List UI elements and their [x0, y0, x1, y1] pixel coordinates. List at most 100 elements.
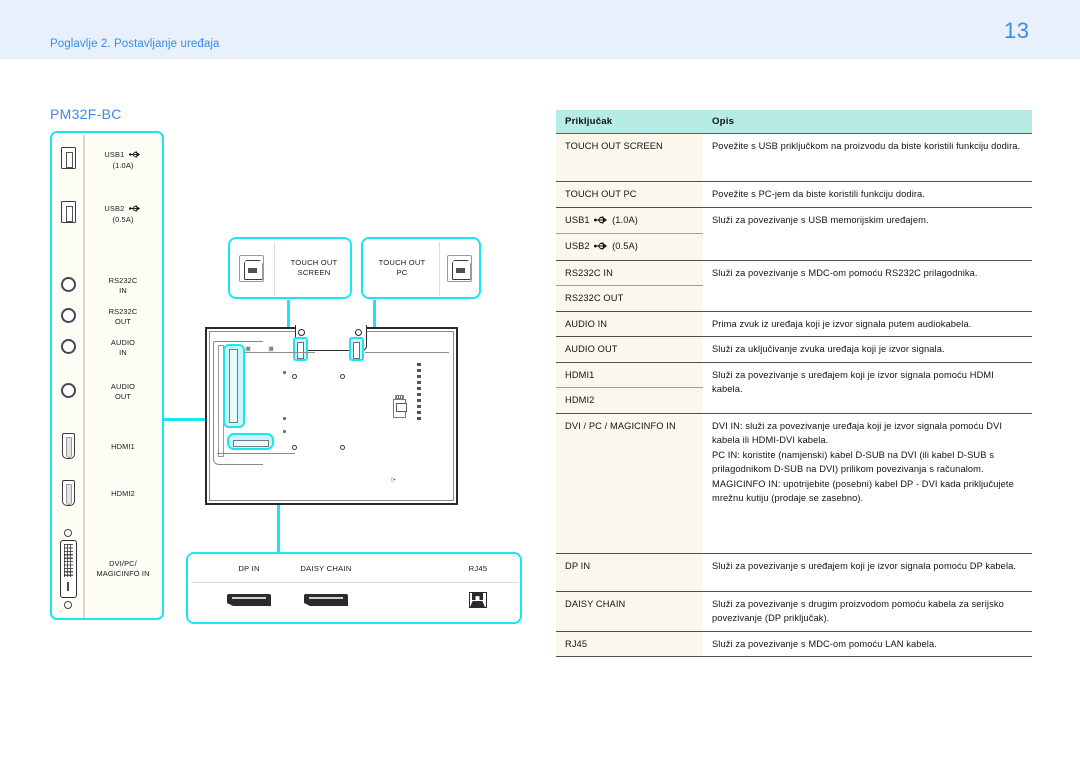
displayport-port-icon [227, 594, 271, 606]
table-row: TOUCH OUT PC Povežite s PC-jem da biste … [556, 181, 1032, 208]
highlight-touch-screen-port [293, 337, 308, 361]
table-row: DVI / PC / MAGICINFO IN DVI IN: služi za… [556, 413, 1032, 554]
dvi-blade [67, 582, 69, 591]
port-description-table: Priključak Opis TOUCH OUT SCREEN Povežit… [556, 110, 1032, 657]
cell-description: Služi za povezivanje s drugim proizvodom… [703, 591, 1032, 632]
cell-description: Služi za uključivanje zvuka uređaja koji… [703, 336, 1032, 363]
displayport-port-icon [304, 594, 348, 606]
usb-b-port-icon [447, 255, 472, 282]
cell-description: Povežite s USB priključkom na proizvodu … [703, 133, 1032, 182]
breadcrumb: Poglavlje 2. Postavljanje uređaja [50, 38, 220, 50]
port-label-rs232c-in: RS232C IN [84, 276, 162, 295]
cell-port: DAISY CHAIN [556, 591, 703, 632]
cell-port: USB2 (0.5A) [556, 233, 703, 261]
dvi-pins [63, 544, 73, 577]
clip-inner [353, 342, 360, 359]
column-header-description: Opis [703, 110, 1032, 134]
cell-description: Povežite s PC-jem da biste koristili fun… [703, 181, 1032, 208]
callout-label-line2: PC [396, 268, 408, 277]
cell-port: HDMI2 [556, 387, 703, 414]
jack-port-icon [52, 277, 84, 292]
rear-port-panel-diagram: USB1 (1.0A) USB2 (0.5A) RS232C IN RS232C… [50, 131, 164, 620]
callout-label-touch-out-pc: TOUCH OUT PC [366, 258, 438, 278]
monitor-label-box [393, 399, 407, 418]
port-label-audio-in: AUDIO IN [84, 338, 162, 357]
cell-port: AUDIO OUT [556, 336, 703, 363]
highlight-vertical-port-group [223, 344, 245, 428]
mount-dot [283, 417, 286, 420]
page-title: PM32F-BC [50, 106, 122, 122]
port-label-line2: OUT [114, 391, 132, 401]
usb-b-port-icon [239, 255, 264, 282]
monitor-mark: ▯▪ [391, 477, 396, 483]
panel-divider [191, 582, 518, 584]
dvi-port-icon [52, 529, 84, 609]
cell-description: Služi za povezivanje s USB memorijskim u… [703, 207, 1032, 261]
port-label-line1: RS232C [108, 307, 138, 316]
cell-port: AUDIO IN [556, 311, 703, 337]
stand-screw-icon [355, 329, 362, 336]
monitor-detail-line [217, 453, 295, 454]
port-label-line2: OUT [114, 316, 132, 326]
port-label-line2: IN [119, 347, 127, 357]
port-label-dvi: DVI/PC/ MAGICINFO IN [84, 559, 162, 578]
mount-dot [283, 371, 286, 374]
port-label-audio-out: AUDIO OUT [84, 382, 162, 401]
cell-port: RJ45 [556, 631, 703, 657]
page-number: 13 [1004, 18, 1030, 43]
monitor-rear-view-diagram: ▦ ▦ ▯▪ [205, 325, 458, 505]
port-label-line1: HDMI1 [111, 442, 135, 451]
callout-label-line2: SCREEN [297, 268, 331, 277]
highlight-bottom-port-group [227, 433, 274, 450]
usb-symbol-icon [126, 205, 140, 215]
dvi-connector-body [60, 540, 77, 598]
usb-symbol-icon [592, 240, 610, 255]
cell-port: TOUCH OUT SCREEN [556, 133, 703, 182]
monitor-label-cap [395, 395, 404, 399]
cell-port-label: USB2 [565, 241, 590, 251]
callout-label-line1: TOUCH OUT [378, 258, 426, 267]
port-label-usb2-line2: (0.5A) [112, 214, 134, 224]
highlight-touch-pc-port [349, 337, 364, 361]
hdmi-port-icon [52, 433, 84, 459]
highlight-inner [233, 440, 269, 447]
callout-label-daisy-chain: DAISY CHAIN [300, 564, 352, 573]
mount-hole [340, 374, 345, 379]
cell-port: TOUCH OUT PC [556, 181, 703, 208]
cell-description: Služi za povezivanje s MDC-om pomoću RS2… [703, 260, 1032, 312]
port-label-line2: IN [119, 285, 127, 295]
usb-symbol-icon [126, 151, 140, 161]
mount-hole [292, 374, 297, 379]
table-row: DAISY CHAIN Služi za povezivanje s drugi… [556, 591, 1032, 632]
port-label-line1: DVI/PC/ [109, 559, 137, 568]
table-row: AUDIO OUT Služi za uključivanje zvuka ur… [556, 336, 1032, 363]
port-label-line1: HDMI2 [111, 489, 135, 498]
callout-label-dp-in: DP IN [238, 564, 260, 573]
table-row: RS232C IN Služi za povezivanje s MDC-om … [556, 260, 1032, 312]
port-label-line2: MAGICINFO IN [96, 568, 150, 578]
cell-port: DVI / PC / MAGICINFO IN [556, 413, 703, 554]
port-label-hdmi2: HDMI2 [84, 489, 162, 499]
port-label-usb2-line1: USB2 [104, 204, 125, 213]
cell-port: RS232C OUT [556, 285, 703, 312]
callout-label-rj45: RJ45 [468, 564, 488, 573]
callout-touch-out-pc: TOUCH OUT PC [361, 237, 481, 299]
callout-label-touch-out-screen: TOUCH OUT SCREEN [278, 258, 350, 278]
cell-port: HDMI1 [556, 362, 703, 388]
panel-divider [274, 242, 276, 296]
port-label-line1: AUDIO [110, 338, 136, 347]
mount-hole [340, 445, 345, 450]
port-label-line1: RS232C [108, 276, 138, 285]
usb-symbol-icon [592, 214, 610, 229]
usb-a-port-icon [52, 201, 84, 223]
vesa-mark: ▦ [268, 346, 275, 352]
cell-port: RS232C IN [556, 260, 703, 286]
table-row: TOUCH OUT SCREEN Povežite s USB priključ… [556, 133, 1032, 182]
dvi-screw-icon [64, 529, 72, 537]
table-row: DP IN Služi za povezivanje s uređajem ko… [556, 553, 1032, 592]
table-row: HDMI1 Služi za povezivanje s uređajem ko… [556, 362, 1032, 414]
port-label-hdmi1: HDMI1 [84, 442, 162, 452]
cell-description: Prima zvuk iz uređaja koji je izvor sign… [703, 311, 1032, 337]
monitor-detail-line [365, 352, 449, 353]
cell-description: Služi za povezivanje s MDC-om pomoću LAN… [703, 631, 1032, 657]
